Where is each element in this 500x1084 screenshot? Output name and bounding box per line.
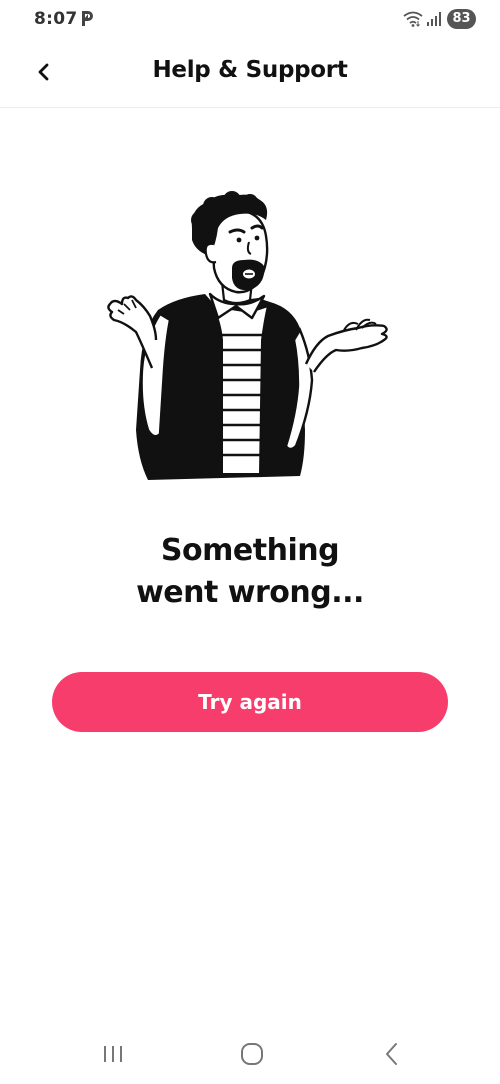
status-time: 8:07 xyxy=(34,9,78,29)
signal-icon xyxy=(427,12,441,26)
system-nav-bar xyxy=(0,1030,500,1084)
battery-icon: 83 xyxy=(447,9,476,29)
try-again-button[interactable]: Try again xyxy=(52,672,448,732)
page-title: Help & Support xyxy=(152,57,348,83)
error-line-2: went wrong... xyxy=(136,575,364,610)
error-message: Something went wrong... xyxy=(0,530,500,614)
header: Help & Support xyxy=(0,40,500,108)
confused-man-shrug-illustration xyxy=(107,191,388,480)
home-icon[interactable] xyxy=(239,1042,265,1066)
status-bar: 8:07 83 xyxy=(0,0,500,40)
parking-app-icon xyxy=(82,11,93,26)
recents-icon[interactable] xyxy=(101,1044,125,1064)
wifi-icon xyxy=(403,11,423,27)
back-icon[interactable] xyxy=(380,1041,404,1067)
error-line-1: Something xyxy=(160,533,340,568)
